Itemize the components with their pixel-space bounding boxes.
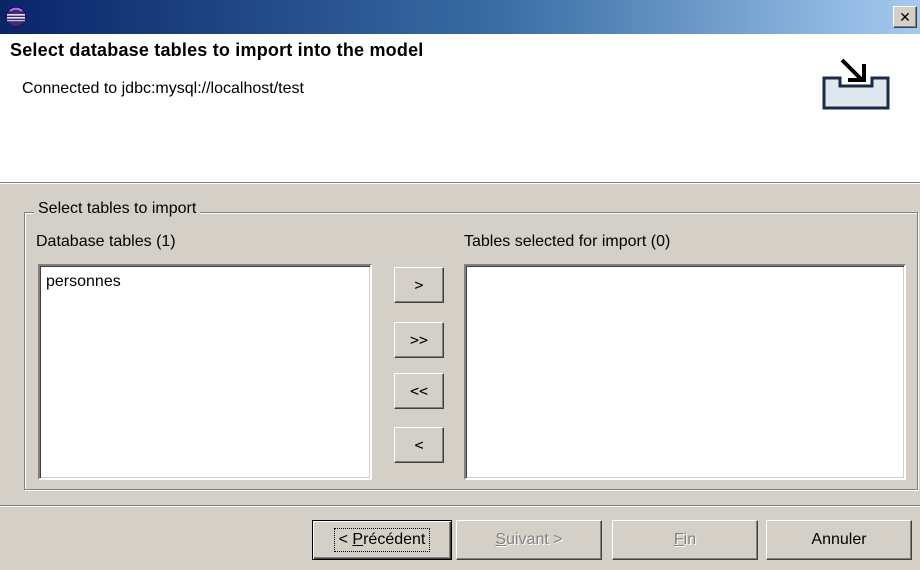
list-item[interactable]: personnes bbox=[46, 273, 121, 291]
remove-all-button[interactable]: << bbox=[394, 373, 444, 409]
selected-tables-list[interactable] bbox=[464, 264, 906, 480]
page-title: Select database tables to import into th… bbox=[10, 40, 424, 60]
eclipse-icon bbox=[5, 6, 27, 28]
group-legend: Select tables to import bbox=[34, 200, 201, 218]
finish-button[interactable]: Fin bbox=[612, 520, 758, 560]
next-button[interactable]: Suivant > bbox=[456, 520, 602, 560]
connection-status: Connected to jdbc:mysql://localhost/test bbox=[22, 80, 304, 97]
add-button[interactable]: > bbox=[394, 267, 444, 303]
database-tables-list[interactable]: personnes bbox=[38, 264, 372, 480]
close-button[interactable]: ✕ bbox=[893, 6, 917, 28]
selected-tables-label: Tables selected for import (0) bbox=[464, 233, 671, 250]
database-tables-label: Database tables (1) bbox=[36, 233, 176, 250]
title-bar[interactable]: ✕ bbox=[0, 0, 920, 34]
previous-button[interactable]: < Précédent bbox=[312, 520, 452, 560]
remove-button[interactable]: < bbox=[394, 427, 444, 463]
cancel-button[interactable]: Annuler bbox=[766, 520, 912, 560]
import-wizard-icon bbox=[822, 58, 890, 110]
add-all-button[interactable]: >> bbox=[394, 322, 444, 358]
close-icon: ✕ bbox=[899, 9, 911, 25]
